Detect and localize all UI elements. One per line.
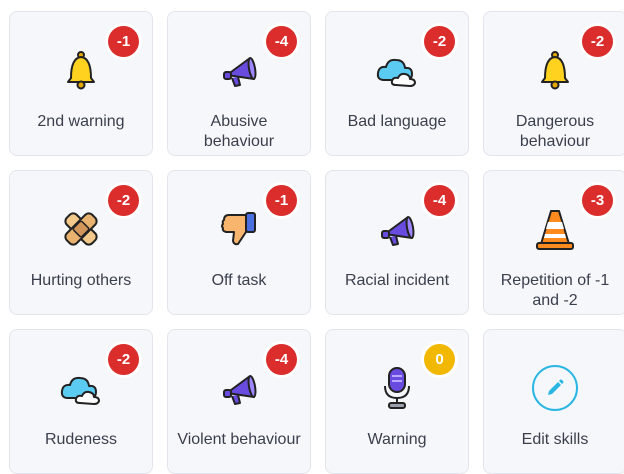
- skill-label: Warning: [367, 431, 427, 448]
- edit-skills-label: Edit skills: [521, 431, 589, 448]
- skill-label: Dangerous behaviour: [515, 113, 595, 150]
- points-badge: -1: [108, 26, 139, 57]
- points-badge: -2: [424, 26, 455, 57]
- skill-label: Bad language: [347, 113, 447, 130]
- skill-label: Rudeness: [44, 431, 118, 448]
- edit-skills-button[interactable]: Edit skills: [483, 329, 624, 474]
- skill-label: Violent behaviour: [177, 431, 301, 448]
- skill-label: Off task: [211, 272, 267, 289]
- microphone-icon: [373, 364, 421, 412]
- traffic-cone-icon: [531, 205, 579, 253]
- megaphone-icon: [215, 46, 263, 94]
- skill-tile-off-task[interactable]: Off task -1: [167, 170, 311, 315]
- points-badge: -3: [582, 185, 613, 216]
- cloud-icon: [57, 364, 105, 412]
- skill-label: Repetition of -1 and -2: [500, 272, 610, 309]
- skill-tile-dangerous-behaviour[interactable]: Dangerous behaviour -2: [483, 11, 624, 156]
- skill-tile-2nd-warning[interactable]: 2nd warning -1: [9, 11, 153, 156]
- skills-grid: 2nd warning -1 Abusive behaviour -4 Bad …: [0, 0, 624, 474]
- points-badge: -2: [108, 344, 139, 375]
- megaphone-icon: [373, 205, 421, 253]
- skill-label: Racial incident: [344, 272, 450, 289]
- skill-tile-warning[interactable]: Warning 0: [325, 329, 469, 474]
- skill-label: Abusive behaviour: [203, 113, 275, 150]
- skill-tile-rudeness[interactable]: Rudeness -2: [9, 329, 153, 474]
- points-badge: -2: [582, 26, 613, 57]
- skill-tile-hurting-others[interactable]: Hurting others -2: [9, 170, 153, 315]
- skill-tile-racial-incident[interactable]: Racial incident -4: [325, 170, 469, 315]
- cloud-icon: [373, 46, 421, 94]
- points-badge: -2: [108, 185, 139, 216]
- bell-icon: [57, 46, 105, 94]
- skill-tile-bad-language[interactable]: Bad language -2: [325, 11, 469, 156]
- points-badge: 0: [424, 344, 455, 375]
- skill-label: 2nd warning: [37, 113, 125, 130]
- thumbs-down-icon: [215, 205, 263, 253]
- megaphone-icon: [215, 364, 263, 412]
- skill-tile-repetition[interactable]: Repetition of -1 and -2 -3: [483, 170, 624, 315]
- points-badge: -4: [424, 185, 455, 216]
- points-badge: -4: [266, 26, 297, 57]
- bandage-icon: [57, 205, 105, 253]
- bell-icon: [531, 46, 579, 94]
- points-badge: -4: [266, 344, 297, 375]
- skill-label: Hurting others: [30, 272, 132, 289]
- pencil-icon: [531, 364, 579, 412]
- points-badge: -1: [266, 185, 297, 216]
- skill-tile-violent-behaviour[interactable]: Violent behaviour -4: [167, 329, 311, 474]
- skill-tile-abusive-behaviour[interactable]: Abusive behaviour -4: [167, 11, 311, 156]
